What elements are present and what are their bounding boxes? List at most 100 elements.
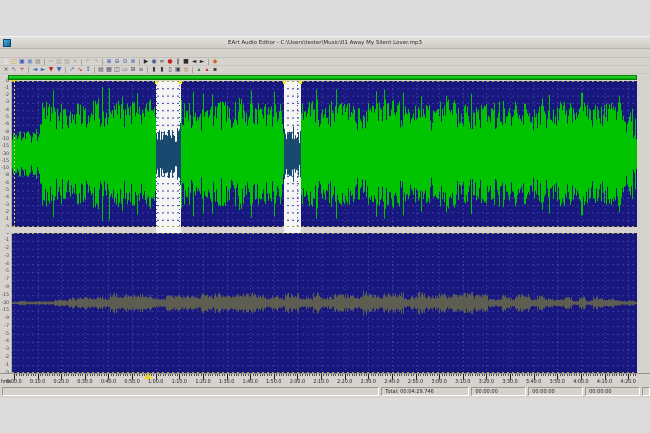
- channel-separator[interactable]: [0, 227, 650, 233]
- record-button[interactable]: ●: [166, 58, 174, 65]
- menu-bar: FileEditViewPlayEffectFilterToolsHelp: [0, 49, 650, 66]
- ruler-label: -3: [4, 100, 10, 106]
- fade-out-button[interactable]: ↘: [76, 66, 84, 73]
- fade-in-button[interactable]: ↗: [68, 66, 76, 73]
- timeline-ruler[interactable]: hms 0:00.0 0:10.0 0:20.0 0:30.0 0:40.0 0:50.0 1…: [0, 373, 650, 386]
- go-start-icon: ◄: [191, 58, 197, 65]
- overview-progress-bar[interactable]: [8, 75, 637, 80]
- zoom-all-button[interactable]: ⊚: [129, 58, 137, 65]
- ruler-label: -9: [4, 284, 10, 290]
- cut-button[interactable]: ✂: [47, 58, 55, 65]
- channel-left-button[interactable]: ▮: [150, 66, 158, 73]
- fade-out-icon: ↘: [77, 66, 83, 73]
- script-down-button[interactable]: ▴: [203, 66, 211, 73]
- title-bar[interactable]: EArt Audio Editor - C:\Users\tester\Musi…: [0, 37, 650, 49]
- view-spectral-icon: ▦: [106, 66, 112, 73]
- snap-zero-button[interactable]: ≡: [137, 66, 145, 73]
- delete-selection-icon: ×: [3, 66, 9, 73]
- status-spacer-right: [642, 387, 650, 396]
- ruler-label: -2: [4, 246, 10, 252]
- status-spacer: [2, 387, 380, 396]
- ruler-label: -6: [4, 180, 10, 186]
- ruler-label: -5: [4, 188, 10, 193]
- status-total-time: Total: 00:04:29.746: [381, 387, 470, 396]
- ruler-label: -30: [1, 300, 9, 306]
- channel-both-button[interactable]: ▯: [166, 66, 174, 73]
- marker-start-button[interactable]: ◄: [31, 66, 39, 73]
- ruler-label: -4: [4, 195, 10, 201]
- selection-tool-button[interactable]: ↖: [10, 66, 18, 73]
- go-end-icon: ►: [199, 58, 205, 65]
- zoom-selection-icon: ⊙: [122, 58, 128, 65]
- ruler-label: -1: [4, 217, 10, 223]
- new-button[interactable]: ▯: [2, 58, 10, 65]
- zoom-selection-button[interactable]: ⊙: [121, 58, 129, 65]
- play-button[interactable]: ▶: [142, 58, 150, 65]
- window-title: EArt Audio Editor - C:\Users\tester\Musi…: [228, 40, 422, 46]
- save-as-button[interactable]: ▣: [26, 58, 34, 65]
- app-window: EArt Audio Editor - C:\Users\tester\Musi…: [0, 36, 650, 398]
- delete-selection-button[interactable]: ×: [2, 66, 10, 73]
- cd-extract-button[interactable]: ◎: [182, 66, 190, 73]
- go-end-button[interactable]: ►: [198, 58, 206, 65]
- stop-button[interactable]: ■: [182, 58, 190, 65]
- view-both-icon: ◫: [114, 66, 120, 73]
- ruler-label: -5: [4, 269, 10, 275]
- marker-add-button[interactable]: ▼: [47, 66, 55, 73]
- toolbar-separator: [81, 59, 82, 65]
- paste-button[interactable]: ▧: [63, 58, 71, 65]
- marker-list-button[interactable]: ▼: [55, 66, 63, 73]
- channel-right-button[interactable]: ▮: [158, 66, 166, 73]
- toolbar-separator: [102, 59, 103, 65]
- view-fit-icon: ▭: [122, 66, 128, 73]
- stop-icon: ■: [183, 58, 189, 65]
- waveform-panel-left-channel[interactable]: [12, 81, 637, 227]
- properties-button[interactable]: ▣: [174, 66, 182, 73]
- cd-extract-icon: ◎: [183, 66, 189, 73]
- undo-icon: ↶: [85, 58, 91, 65]
- pause-button[interactable]: ∥: [174, 58, 182, 65]
- file-info-button[interactable]: ▤: [34, 58, 42, 65]
- script-up-button[interactable]: ▴: [195, 66, 203, 73]
- save-icon: ▣: [19, 58, 25, 65]
- cut-icon: ✂: [48, 58, 54, 65]
- waveform-panel-right-channel[interactable]: [12, 233, 637, 373]
- open-button[interactable]: ◰: [10, 58, 18, 65]
- normalize-button[interactable]: ↕: [84, 66, 92, 73]
- copy-button[interactable]: ▥: [55, 58, 63, 65]
- waveform-svg-top: [12, 81, 637, 227]
- zoom-out-button[interactable]: ⊖: [113, 58, 121, 65]
- undo-button[interactable]: ↶: [84, 58, 92, 65]
- ruler-label: -3: [4, 347, 10, 353]
- record-icon: ●: [167, 58, 173, 65]
- scrub-tool-button[interactable]: +: [18, 66, 26, 73]
- script-stop-icon: ▪: [212, 66, 218, 73]
- view-spectral-button[interactable]: ▦: [105, 66, 113, 73]
- ruler-label: -15: [1, 292, 9, 298]
- toolbar-edit: × ↖ + ◄ ► ▼ ▼ ↗ ↘ ↕ ▤ ▦ ◫ ▭ ⊞ ≡ ▮ ▮ ▯ ▣ ◎ ▴ ▴ ▪: [0, 66, 650, 74]
- save-button[interactable]: ▣: [18, 58, 26, 65]
- marker-end-button[interactable]: ►: [39, 66, 47, 73]
- status-selection-end: 00:00:00: [585, 387, 640, 396]
- status-bar: Total: 00:04:29.746 00:00:00 00:00:00 00:00…: [0, 386, 650, 398]
- go-start-button[interactable]: ◄: [190, 58, 198, 65]
- delete-button[interactable]: ×: [71, 58, 79, 65]
- redo-button[interactable]: ↷: [92, 58, 100, 65]
- view-both-button[interactable]: ◫: [113, 66, 121, 73]
- ruler-label: -8: [4, 173, 10, 179]
- loop-button[interactable]: ∞: [158, 58, 166, 65]
- cd-burn-button[interactable]: ◆: [211, 58, 219, 65]
- snap-grid-button[interactable]: ⊞: [129, 66, 137, 73]
- toolbar-separator: [139, 59, 140, 65]
- zoom-all-icon: ⊚: [130, 58, 136, 65]
- ruler-label: -8: [4, 129, 10, 135]
- ruler-label: -4: [4, 261, 10, 267]
- ruler-label: -1: [4, 85, 10, 91]
- view-waveform-button[interactable]: ▤: [97, 66, 105, 73]
- script-stop-button[interactable]: ▪: [211, 66, 219, 73]
- view-fit-button[interactable]: ▭: [121, 66, 129, 73]
- waveform-svg-bottom: [12, 233, 637, 373]
- play-all-button[interactable]: ◉: [150, 58, 158, 65]
- timeline-playhead-marker[interactable]: [144, 373, 152, 379]
- zoom-in-button[interactable]: ⊕: [105, 58, 113, 65]
